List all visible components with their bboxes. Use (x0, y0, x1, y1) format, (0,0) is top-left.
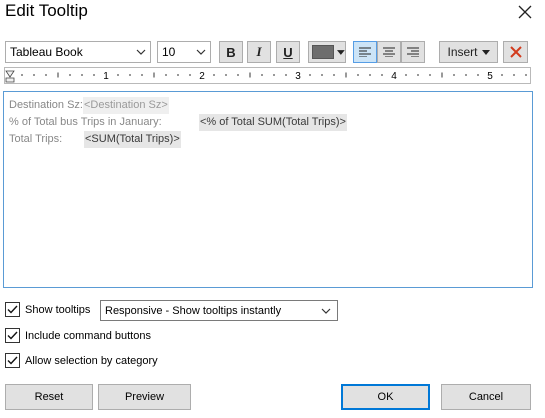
tooltip-mode-value: Responsive - Show tooltips instantly (105, 304, 282, 317)
ok-label: OK (377, 391, 394, 403)
ruler-label: 2 (199, 71, 205, 82)
align-right-button[interactable] (401, 41, 425, 63)
allow-selection-checkbox[interactable] (5, 353, 20, 368)
editor-line: Total Trips: <SUM(Total Trips)> (9, 131, 527, 148)
editor-line: % of Total bus Trips in January: <% of T… (9, 114, 527, 131)
ruler-label: 5 (487, 71, 493, 82)
chevron-down-icon (481, 49, 490, 55)
font-size-select[interactable]: 10 (157, 41, 211, 63)
clear-formatting-button[interactable] (503, 41, 528, 63)
percent-total-field-tag: <% of Total SUM(Total Trips)> (199, 114, 347, 131)
italic-label: I (256, 44, 262, 59)
ruler[interactable]: 1 2 3 4 5 (4, 67, 531, 84)
insert-label: Insert (447, 45, 478, 59)
allow-selection-label: Allow selection by category (25, 355, 158, 367)
include-command-buttons-label: Include command buttons (25, 330, 151, 342)
percent-total-label: % of Total bus Trips in January: (9, 116, 162, 128)
checkmark-icon (7, 305, 18, 314)
total-trips-field-tag: <SUM(Total Trips)> (84, 131, 181, 148)
align-left-icon (359, 47, 371, 57)
italic-button[interactable]: I (247, 41, 271, 63)
bold-button[interactable]: B (219, 41, 243, 63)
reset-label: Reset (34, 391, 64, 403)
reset-button[interactable]: Reset (5, 384, 93, 410)
insert-button[interactable]: Insert (439, 41, 498, 63)
align-left-button[interactable] (353, 41, 377, 63)
font-family-select[interactable]: Tableau Book (5, 41, 151, 63)
close-icon (518, 5, 532, 19)
window-title: Edit Tooltip (5, 1, 88, 20)
tooltip-mode-select[interactable]: Responsive - Show tooltips instantly (100, 300, 338, 321)
close-button[interactable] (513, 1, 537, 23)
chevron-down-icon (196, 49, 206, 55)
chevron-down-icon (136, 49, 146, 55)
show-tooltips-label: Show tooltips (25, 304, 91, 316)
bold-label: B (226, 44, 236, 60)
preview-button[interactable]: Preview (98, 384, 191, 410)
cancel-label: Cancel (468, 391, 504, 403)
checkmark-icon (7, 331, 18, 340)
text-color-button[interactable] (308, 41, 346, 63)
ruler-label: 3 (295, 71, 301, 82)
align-center-button[interactable] (377, 41, 401, 63)
align-right-icon (407, 47, 419, 57)
align-center-icon (383, 47, 395, 57)
clear-x-icon (509, 46, 522, 58)
chevron-down-icon (337, 49, 345, 55)
tooltip-editor[interactable]: Destination Sz: <Destination Sz> % of To… (3, 91, 533, 288)
editor-line: Destination Sz: <Destination Sz> (9, 97, 527, 114)
underline-button[interactable]: U (276, 41, 300, 63)
include-command-buttons-checkbox[interactable] (5, 328, 20, 343)
destination-label: Destination Sz: (9, 99, 83, 111)
show-tooltips-checkbox[interactable] (5, 302, 20, 317)
ruler-ticks: 1 2 3 4 5 (5, 70, 527, 83)
underline-label: U (283, 44, 293, 60)
chevron-down-icon (321, 308, 331, 314)
ok-button[interactable]: OK (341, 384, 430, 410)
text-color-swatch (312, 45, 335, 59)
total-trips-label: Total Trips: (9, 133, 63, 145)
preview-label: Preview (124, 391, 165, 403)
font-family-value: Tableau Book (10, 45, 83, 59)
ruler-label: 1 (103, 71, 109, 82)
cancel-button[interactable]: Cancel (441, 384, 531, 410)
destination-field-tag: <Destination Sz> (82, 97, 169, 114)
indent-marker-icon[interactable] (5, 70, 15, 83)
checkmark-icon (7, 356, 18, 365)
ruler-label: 4 (391, 71, 397, 82)
